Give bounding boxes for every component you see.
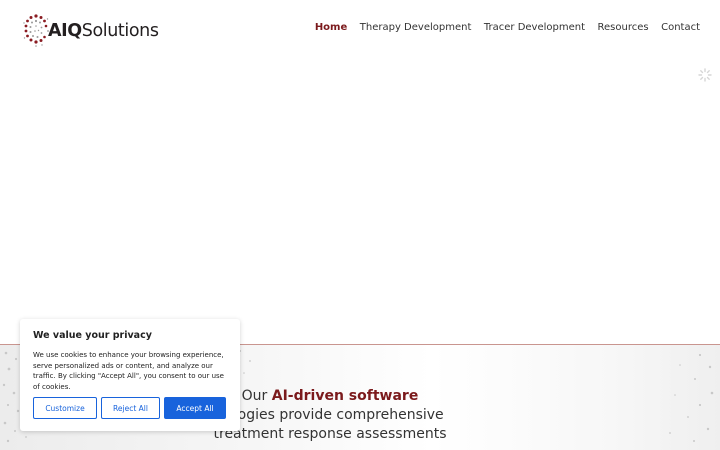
logo-wordmark: AIQSolutions — [48, 21, 159, 41]
logo-prefix: AIQ — [48, 21, 82, 41]
nav-item-tracer-development[interactable]: Tracer Development — [484, 22, 585, 33]
dotted-circle-logo-icon — [23, 14, 49, 47]
cookie-description: We use cookies to enhance your browsing … — [33, 351, 224, 391]
nav-item-therapy-development[interactable]: Therapy Development — [360, 22, 472, 33]
nav-item-resources[interactable]: Resources — [598, 22, 649, 33]
site-header: AIQSolutions Home Therapy Development Tr… — [0, 0, 720, 62]
cookie-consent-banner: We value your privacy We use cookies to … — [20, 319, 240, 431]
site-logo[interactable]: AIQSolutions — [22, 10, 172, 52]
nav-item-contact[interactable]: Contact — [661, 22, 700, 33]
logo-suffix: Solutions — [81, 21, 159, 41]
reject-all-button[interactable]: Reject All — [101, 397, 160, 419]
main-nav: Home Therapy Development Tracer Developm… — [315, 22, 700, 33]
nav-item-home[interactable]: Home — [315, 22, 347, 33]
tagline-prefix: Our — [241, 388, 272, 404]
loading-spinner-icon — [698, 68, 712, 82]
cookie-actions: Customize Reject All Accept All — [33, 397, 226, 419]
customize-button[interactable]: Customize — [33, 397, 97, 419]
cookie-title: We value your privacy — [33, 330, 152, 341]
accept-all-button[interactable]: Accept All — [164, 397, 226, 419]
tagline-highlight: AI-driven software — [271, 388, 419, 404]
